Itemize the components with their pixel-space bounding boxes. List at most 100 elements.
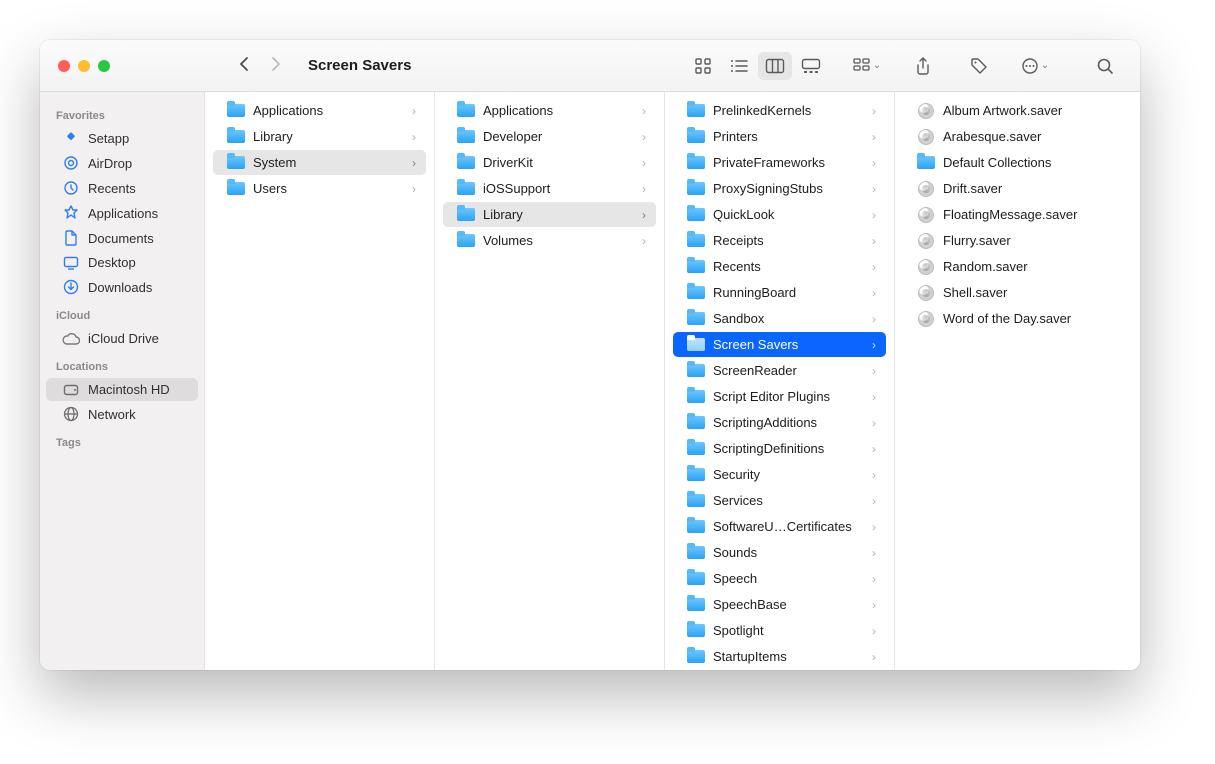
folder-row[interactable]: System› bbox=[213, 150, 426, 175]
close-window-button[interactable] bbox=[58, 60, 70, 72]
forward-button[interactable] bbox=[270, 56, 282, 75]
chevron-down-icon: ⌄ bbox=[873, 60, 881, 71]
folder-row[interactable]: Users› bbox=[213, 176, 426, 201]
folder-row[interactable]: Printers› bbox=[673, 124, 886, 149]
window-controls bbox=[58, 60, 110, 72]
action-menu-button[interactable]: ⌄ bbox=[1018, 52, 1052, 80]
sidebar-item[interactable]: iCloud Drive bbox=[46, 327, 198, 350]
folder-row[interactable]: Services› bbox=[673, 488, 886, 513]
sidebar-item[interactable]: Desktop bbox=[46, 251, 198, 274]
folder-row[interactable]: ProxySigningStubs› bbox=[673, 176, 886, 201]
airdrop-icon bbox=[62, 155, 80, 171]
item-name: Album Artwork.saver bbox=[943, 103, 1122, 118]
minimize-window-button[interactable] bbox=[78, 60, 90, 72]
folder-row[interactable]: RunningBoard› bbox=[673, 280, 886, 305]
folder-icon bbox=[687, 623, 705, 639]
share-button[interactable] bbox=[906, 52, 940, 80]
file-row[interactable]: Drift.saver bbox=[903, 176, 1132, 201]
folder-row[interactable]: SoftwareU…Certificates› bbox=[673, 514, 886, 539]
item-name: SpeechBase bbox=[713, 597, 864, 612]
folder-row[interactable]: Spotlight› bbox=[673, 618, 886, 643]
sidebar-item[interactable]: Downloads bbox=[46, 275, 198, 299]
sidebar-section-header: Tags bbox=[40, 427, 204, 453]
back-button[interactable] bbox=[238, 56, 250, 75]
view-gallery-button[interactable] bbox=[794, 52, 828, 80]
folder-icon bbox=[687, 545, 705, 561]
chevron-right-icon: › bbox=[412, 182, 416, 196]
chevron-right-icon: › bbox=[872, 338, 876, 352]
item-name: Screen Savers bbox=[713, 337, 864, 352]
folder-row[interactable]: DriverKit› bbox=[443, 150, 656, 175]
column: Applications›Library›System›Users› bbox=[205, 92, 435, 670]
chevron-right-icon: › bbox=[872, 494, 876, 508]
file-row[interactable]: Word of the Day.saver bbox=[903, 306, 1132, 331]
sidebar-item-label: Documents bbox=[88, 231, 154, 246]
folder-icon bbox=[457, 103, 475, 119]
folder-row[interactable]: Receipts› bbox=[673, 228, 886, 253]
folder-row[interactable]: QuickLook› bbox=[673, 202, 886, 227]
sidebar-item[interactable]: AirDrop bbox=[46, 151, 198, 175]
folder-row[interactable]: iOSSupport› bbox=[443, 176, 656, 201]
folder-row[interactable]: ScreenReader› bbox=[673, 358, 886, 383]
folder-icon bbox=[227, 129, 245, 145]
zoom-window-button[interactable] bbox=[98, 60, 110, 72]
folder-row[interactable]: PrivateFrameworks› bbox=[673, 150, 886, 175]
folder-icon bbox=[227, 181, 245, 197]
file-row[interactable]: FloatingMessage.saver bbox=[903, 202, 1132, 227]
folder-row[interactable]: Security› bbox=[673, 462, 886, 487]
folder-row[interactable]: ScriptingAdditions› bbox=[673, 410, 886, 435]
folder-icon bbox=[457, 233, 475, 249]
chevron-right-icon: › bbox=[872, 234, 876, 248]
sidebar-item[interactable]: Setapp bbox=[46, 127, 198, 150]
folder-row[interactable]: Speech › bbox=[673, 566, 886, 591]
sidebar-item[interactable]: Macintosh HD bbox=[46, 378, 198, 401]
group-by-button[interactable]: ⌄ bbox=[850, 52, 884, 80]
chevron-right-icon: › bbox=[872, 208, 876, 222]
item-name: Flurry.saver bbox=[943, 233, 1122, 248]
chevron-right-icon: › bbox=[642, 234, 646, 248]
folder-row[interactable]: Recents› bbox=[673, 254, 886, 279]
folder-row[interactable]: Volumes› bbox=[443, 228, 656, 253]
folder-row[interactable]: Sandbox› bbox=[673, 306, 886, 331]
folder-row[interactable]: Library› bbox=[443, 202, 656, 227]
tags-button[interactable] bbox=[962, 52, 996, 80]
sidebar-item[interactable]: Applications bbox=[46, 201, 198, 225]
file-row[interactable]: Arabesque.saver bbox=[903, 124, 1132, 149]
file-row[interactable]: Flurry.saver bbox=[903, 228, 1132, 253]
folder-row[interactable]: Screen Savers › bbox=[673, 332, 886, 357]
folder-icon bbox=[687, 389, 705, 405]
folder-icon bbox=[687, 233, 705, 249]
folder-icon bbox=[687, 363, 705, 379]
folder-row[interactable]: Script Editor Plugins› bbox=[673, 384, 886, 409]
folder-row[interactable]: Default Collections bbox=[903, 150, 1132, 175]
folder-icon bbox=[687, 519, 705, 535]
item-name: Speech bbox=[713, 571, 864, 586]
chevron-right-icon: › bbox=[872, 442, 876, 456]
body: FavoritesSetappAirDropRecentsApplication… bbox=[40, 92, 1140, 670]
folder-row[interactable]: ScriptingDefinitions› bbox=[673, 436, 886, 461]
view-icons-button[interactable] bbox=[686, 52, 720, 80]
search-button[interactable] bbox=[1088, 52, 1122, 80]
sidebar-item[interactable]: Recents bbox=[46, 176, 198, 200]
folder-row[interactable]: Applications› bbox=[213, 98, 426, 123]
folder-row[interactable]: Library› bbox=[213, 124, 426, 149]
folder-icon bbox=[687, 337, 705, 353]
folder-row[interactable]: Developer› bbox=[443, 124, 656, 149]
file-row[interactable]: Album Artwork.saver bbox=[903, 98, 1132, 123]
sidebar: FavoritesSetappAirDropRecentsApplication… bbox=[40, 92, 205, 670]
item-name: RunningBoard bbox=[713, 285, 864, 300]
view-list-button[interactable] bbox=[722, 52, 756, 80]
file-row[interactable]: Random.saver bbox=[903, 254, 1132, 279]
sidebar-item[interactable]: Documents bbox=[46, 226, 198, 250]
chevron-right-icon: › bbox=[872, 572, 876, 586]
folder-row[interactable]: StartupItems› bbox=[673, 644, 886, 669]
folder-row[interactable]: SpeechBase› bbox=[673, 592, 886, 617]
sidebar-item[interactable]: Network bbox=[46, 402, 198, 426]
view-columns-button[interactable] bbox=[758, 52, 792, 80]
chevron-right-icon: › bbox=[872, 650, 876, 664]
folder-row[interactable]: Sounds› bbox=[673, 540, 886, 565]
file-row[interactable]: Shell.saver bbox=[903, 280, 1132, 305]
folder-row[interactable]: PrelinkedKernels› bbox=[673, 98, 886, 123]
item-name: Drift.saver bbox=[943, 181, 1122, 196]
folder-row[interactable]: Applications› bbox=[443, 98, 656, 123]
